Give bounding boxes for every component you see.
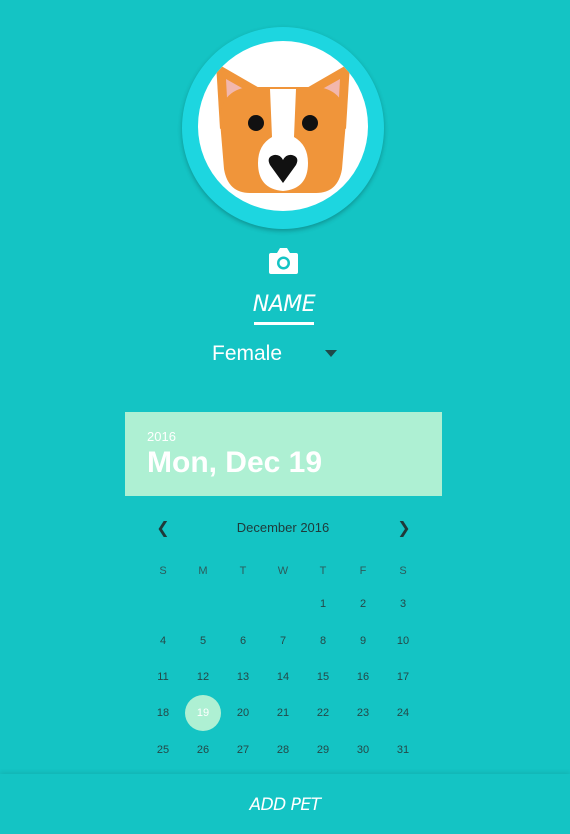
pet-avatar[interactable]: [182, 27, 384, 229]
corgi-dog-icon: [216, 63, 350, 193]
calendar-day[interactable]: 1: [303, 598, 343, 610]
selected-date[interactable]: Mon, Dec 19: [147, 446, 322, 480]
calendar-day[interactable]: 11: [143, 671, 183, 683]
chevron-right-icon[interactable]: ❯: [396, 519, 412, 537]
calendar-day[interactable]: 12: [183, 671, 223, 683]
weekday-label: T: [319, 565, 327, 577]
calendar-day[interactable]: 15: [303, 671, 343, 683]
calendar-day[interactable]: 18: [143, 707, 183, 719]
calendar-day[interactable]: 14: [263, 671, 303, 683]
gender-dropdown[interactable]: Female: [212, 338, 342, 370]
chevron-left-icon[interactable]: ❮: [155, 519, 171, 537]
calendar-day[interactable]: 2: [343, 598, 383, 610]
calendar-day[interactable]: 31: [383, 744, 423, 756]
calendar-day[interactable]: 24: [383, 707, 423, 719]
calendar-day[interactable]: 16: [343, 671, 383, 683]
weekday-label: T: [239, 565, 247, 577]
calendar-day[interactable]: 3: [383, 598, 423, 610]
calendar-day[interactable]: 25: [143, 744, 183, 756]
calendar-day[interactable]: 22: [303, 707, 343, 719]
name-input-underline: [254, 322, 314, 325]
calendar-day[interactable]: 10: [383, 635, 423, 647]
weekday-label: W: [277, 565, 289, 577]
add-pet-label: ADD PET: [249, 795, 321, 815]
calendar-day[interactable]: 29: [303, 744, 343, 756]
calendar-day-selected[interactable]: 19: [183, 707, 223, 719]
weekday-label: M: [198, 565, 208, 577]
calendar-day[interactable]: 9: [343, 635, 383, 647]
calendar-day[interactable]: 21: [263, 707, 303, 719]
calendar-day[interactable]: 5: [183, 635, 223, 647]
calendar-day[interactable]: 4: [143, 635, 183, 647]
calendar-day[interactable]: 28: [263, 744, 303, 756]
calendar-month-label: December 2016: [236, 520, 330, 535]
calendar-day[interactable]: 26: [183, 744, 223, 756]
selected-year[interactable]: 2016: [147, 429, 176, 444]
calendar-day[interactable]: 13: [223, 671, 263, 683]
avatar-image: [198, 41, 368, 211]
calendar-day[interactable]: 7: [263, 635, 303, 647]
calendar-day[interactable]: 8: [303, 635, 343, 647]
calendar-day[interactable]: 17: [383, 671, 423, 683]
calendar-day[interactable]: 20: [223, 707, 263, 719]
add-pet-button[interactable]: ADD PET: [0, 774, 570, 834]
name-input[interactable]: NAME: [240, 292, 328, 317]
calendar-day[interactable]: 30: [343, 744, 383, 756]
weekday-label: F: [359, 565, 367, 577]
gender-selected-value: Female: [212, 342, 283, 365]
calendar-day[interactable]: 23: [343, 707, 383, 719]
date-picker-header: 2016 Mon, Dec 19: [125, 412, 442, 496]
weekday-label: S: [399, 565, 407, 577]
weekday-label: S: [159, 565, 167, 577]
calendar-day[interactable]: 6: [223, 635, 263, 647]
dropdown-arrow-icon: [325, 350, 337, 357]
camera-icon[interactable]: [268, 247, 299, 275]
calendar-day[interactable]: 27: [223, 744, 263, 756]
